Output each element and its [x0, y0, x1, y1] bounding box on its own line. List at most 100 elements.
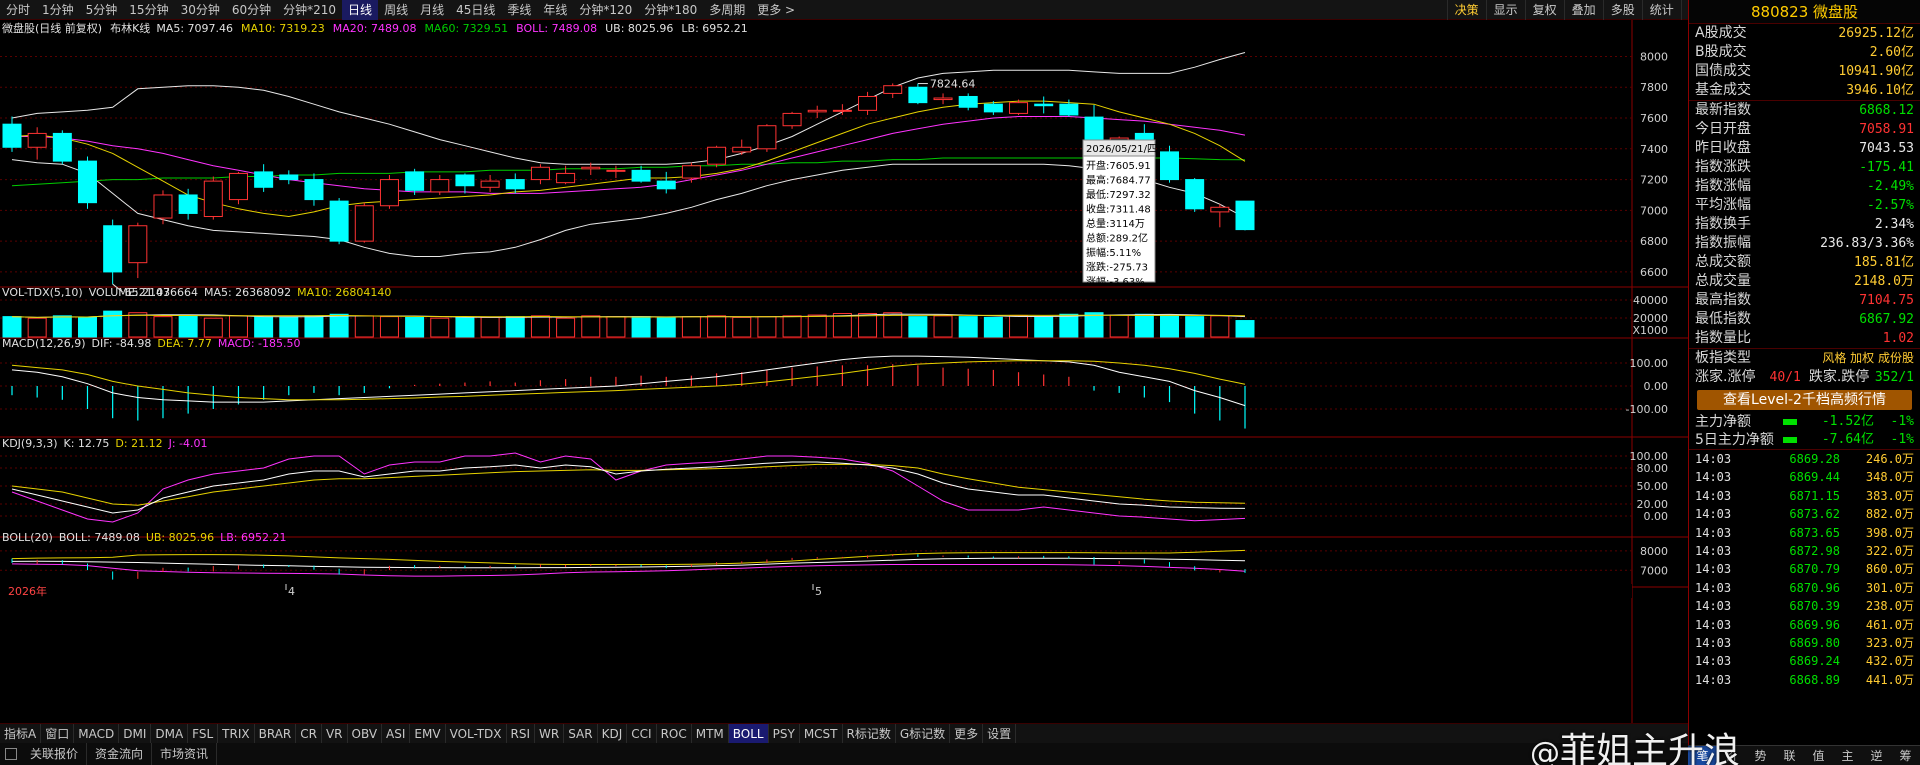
tool-button[interactable]: 统计 [1641, 0, 1681, 20]
period-tab[interactable]: 日线 [342, 0, 379, 20]
detail-tab[interactable]: 联 [1775, 746, 1804, 765]
indicator-tab[interactable]: 更多 [950, 723, 984, 744]
volume-bar [1235, 320, 1255, 338]
indicator-tab[interactable]: R标记数 [843, 723, 896, 744]
candle[interactable] [203, 176, 223, 220]
bottom-tab[interactable]: 市场资讯 [152, 743, 218, 765]
indicator-tab[interactable]: FSL [188, 723, 219, 744]
bottom-tab[interactable]: 资金流向 [87, 743, 153, 765]
indicator-tab[interactable]: SAR [564, 723, 598, 744]
period-tab[interactable]: 分时 [0, 0, 36, 20]
indicator-tab[interactable]: 窗口 [41, 723, 75, 744]
stat-value: 6867.92 [1859, 312, 1914, 327]
indicator-tab[interactable]: CCI [627, 723, 657, 744]
detail-tab[interactable]: 值 [1804, 746, 1833, 765]
period-tab[interactable]: 60分钟 [226, 0, 277, 20]
indicator-value: DEA: 7.77 [157, 337, 211, 350]
candle-body [1235, 200, 1255, 231]
indicator-tab[interactable]: TRIX [218, 723, 255, 744]
period-tab[interactable]: 30分钟 [175, 0, 226, 20]
candle[interactable] [379, 174, 399, 209]
indicator-tab[interactable]: EMV [410, 723, 446, 744]
period-tab[interactable]: 多周期 [703, 0, 751, 20]
stat-row: 基金成交 3946.10亿 [1689, 81, 1920, 100]
bottom-tabs-bar: 关联报价 资金流向 市场资讯 [0, 743, 1688, 765]
candle[interactable] [329, 198, 349, 245]
indicator-tab[interactable]: PSY [769, 723, 800, 744]
kline-chart[interactable]: 800078007600740072007000680066007824.646… [0, 20, 1688, 723]
indicator-tab[interactable]: G标记数 [896, 723, 951, 744]
indicator-value: VOL-TDX(5,10) [2, 286, 83, 299]
indicator-tab[interactable]: 指标A [0, 723, 42, 744]
period-tab[interactable]: 年线 [537, 0, 573, 20]
tick-list[interactable]: 14:03 6869.28 246.0万 14:03 6869.44 348.0万 14:0… [1689, 450, 1920, 689]
candle[interactable] [757, 124, 777, 152]
period-tab[interactable]: 分钟*120 [573, 0, 638, 20]
indicator-tab[interactable]: BOLL [728, 723, 769, 744]
toggle-panel-icon[interactable] [5, 748, 17, 760]
period-tab[interactable]: 月线 [414, 0, 450, 20]
tool-button[interactable]: 决策 [1446, 0, 1486, 20]
indicator-tab[interactable]: BRAR [255, 723, 297, 744]
detail-tab[interactable]: 筹 [1891, 746, 1920, 765]
stat-value: 2148.0万 [1854, 274, 1914, 289]
candle[interactable] [1235, 200, 1255, 231]
stat-value: 2.60亿 [1869, 45, 1914, 60]
candle[interactable] [77, 156, 97, 209]
level2-quote-button[interactable]: 查看Level-2千档高频行情 [1697, 390, 1912, 410]
detail-tab[interactable]: 势 [1746, 746, 1775, 765]
indicator-tab[interactable]: VR [322, 723, 348, 744]
indicator-tab[interactable]: MTM [692, 723, 729, 744]
candle[interactable] [354, 202, 374, 243]
indicator-tab[interactable]: ASI [382, 723, 411, 744]
volume-bar [1185, 316, 1205, 338]
tool-button[interactable]: 复权 [1524, 0, 1564, 20]
indicator-tab[interactable]: DMI [119, 723, 152, 744]
tool-button[interactable]: 显示 [1485, 0, 1525, 20]
stat-row: 指数涨跌 -175.41 [1689, 158, 1920, 177]
candle-body [556, 172, 576, 184]
indicator-tab[interactable]: WR [535, 723, 565, 744]
tick-time: 14:03 [1695, 525, 1732, 540]
indicator-tab[interactable]: 设置 [983, 723, 1017, 744]
indicator-tab[interactable]: KDJ [598, 723, 628, 744]
tool-button[interactable]: 叠加 [1563, 0, 1603, 20]
period-tab[interactable]: 5分钟 [80, 0, 124, 20]
candle-body [782, 112, 802, 127]
indicator-tab[interactable]: MACD [74, 723, 120, 744]
stat-label: 今日开盘 [1695, 121, 1751, 137]
period-tab[interactable]: 15分钟 [123, 0, 174, 20]
tool-button[interactable]: 多股 [1602, 0, 1642, 20]
tooltip-line: 涨跌:-275.73 [1086, 261, 1148, 274]
period-tab[interactable]: 分钟*210 [277, 0, 342, 20]
volume-bar [405, 316, 425, 338]
period-tab[interactable]: 1分钟 [36, 0, 80, 20]
volume-bar [430, 317, 450, 338]
candle[interactable] [707, 145, 727, 168]
axis-tick-label: -100.00 [1626, 403, 1668, 416]
period-tab[interactable]: 分钟*180 [638, 0, 703, 20]
indicator-tab[interactable]: ROC [657, 723, 692, 744]
indicator-tab[interactable]: OBV [348, 723, 383, 744]
watermark-text: 菲姐主升浪 [1560, 731, 1741, 765]
candle[interactable] [1185, 178, 1205, 212]
indicator-tab[interactable]: VOL-TDX [446, 723, 507, 744]
period-tab[interactable]: 更多 > [751, 0, 801, 20]
tick-time: 14:03 [1695, 470, 1732, 485]
detail-tab[interactable]: 逆 [1862, 746, 1891, 765]
period-tab[interactable]: 45日线 [450, 0, 501, 20]
indicator-tab[interactable]: RSI [507, 723, 536, 744]
stat-label: 指数振幅 [1695, 235, 1751, 251]
candle[interactable] [52, 130, 72, 165]
indicator-tab[interactable]: MCST [800, 723, 843, 744]
indicator-tab[interactable]: DMA [151, 723, 189, 744]
bottom-tab[interactable]: 关联报价 [22, 743, 88, 765]
tick-row: 14:03 6873.62 882.0万 [1689, 505, 1920, 523]
period-tab[interactable]: 季线 [501, 0, 537, 20]
detail-tab[interactable]: 主 [1833, 746, 1862, 765]
indicator-tab[interactable]: CR [296, 723, 322, 744]
candle[interactable] [228, 171, 248, 205]
period-tab[interactable]: 周线 [378, 0, 414, 20]
volume-bar [1160, 315, 1180, 338]
sector-type-value[interactable]: 风格 加权 成份股 [1822, 349, 1914, 368]
